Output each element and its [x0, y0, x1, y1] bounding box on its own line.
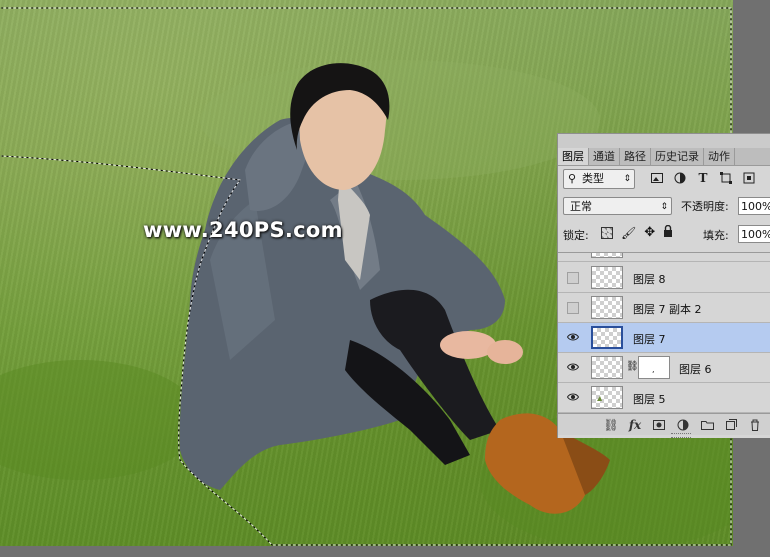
filter-icons: T [650, 169, 756, 187]
layer-thumbnail [591, 253, 623, 258]
filter-type-label: 类型 [582, 172, 604, 185]
layers-bottom-toolbar: ⛓ fx [558, 413, 770, 435]
mask-link-icon[interactable]: ⛓ [626, 361, 639, 372]
eye-icon[interactable] [567, 391, 579, 403]
layer-mask-thumbnail[interactable]: , [638, 356, 670, 379]
layers-list: 图层 8 图层 7 副本 2 图层 7 ⛓ , 图层 6 图层 5 [558, 252, 770, 413]
layer-thumbnail [591, 266, 623, 289]
add-mask-icon[interactable] [652, 418, 666, 432]
delete-layer-icon[interactable] [748, 418, 762, 432]
new-layer-icon[interactable] [724, 418, 738, 432]
opacity-label: 不透明度: [681, 200, 729, 213]
layer-row[interactable]: 图层 8 [558, 263, 770, 293]
tab-paths[interactable]: 路径 [620, 148, 651, 165]
tab-layers[interactable]: 图层 [558, 148, 589, 165]
fill-label: 填充: [703, 229, 729, 242]
layer-thumbnail [591, 296, 623, 319]
search-icon: ⚲ [568, 172, 577, 185]
new-group-icon[interactable] [700, 418, 714, 432]
eye-icon[interactable] [567, 331, 579, 343]
layer-row[interactable]: 图层 7 副本 2 [558, 293, 770, 323]
lock-position-icon[interactable]: ✥ [644, 225, 655, 240]
tab-history[interactable]: 历史记录 [651, 148, 704, 165]
adjustment-layer-icon[interactable] [676, 418, 690, 432]
layer-row-selected[interactable]: 图层 7 [558, 323, 770, 353]
chevron-updown-icon: ⇕ [623, 174, 631, 184]
tab-actions[interactable]: 动作 [704, 148, 735, 165]
layers-panel: 图层 通道 路径 历史记录 动作 ⚲ 类型 ⇕ T 正常 ⇕ 不透明度: 100… [557, 133, 770, 438]
lock-image-pixels-icon[interactable]: 🖌 [621, 226, 636, 240]
lock-label: 锁定: [563, 229, 589, 242]
layer-thumbnail [591, 386, 623, 409]
shape-filter-icon[interactable] [719, 171, 733, 185]
image-filter-icon[interactable] [650, 171, 664, 185]
fx-icon[interactable]: fx [628, 418, 642, 432]
visibility-toggle-off[interactable] [567, 272, 579, 284]
pasteboard-bottom [0, 546, 770, 557]
panel-resize-grip[interactable] [671, 433, 691, 438]
layer-row-partial[interactable] [558, 253, 770, 262]
fill-input[interactable]: 100% [738, 225, 770, 243]
adjustment-filter-icon[interactable] [673, 171, 687, 185]
eye-icon[interactable] [567, 361, 579, 373]
blend-mode-value: 正常 [570, 200, 592, 213]
watermark-text: www.240PS.com [143, 218, 343, 242]
layer-row[interactable]: ⛓ , 图层 6 [558, 353, 770, 383]
lock-all-icon[interactable] [663, 224, 673, 240]
chevron-updown-icon: ⇕ [660, 202, 668, 212]
type-filter-icon[interactable]: T [696, 171, 710, 185]
layer-thumbnail [591, 326, 623, 349]
layer-filter-dropdown[interactable]: ⚲ 类型 ⇕ [563, 169, 635, 189]
layer-name: 图层 8 [633, 273, 666, 286]
lock-transparent-pixels-icon[interactable] [601, 226, 613, 239]
visibility-toggle-off[interactable] [567, 302, 579, 314]
layer-name: 图层 6 [679, 363, 712, 376]
layer-name: 图层 7 [633, 333, 666, 346]
panel-tabs: 图层 通道 路径 历史记录 动作 [558, 148, 770, 166]
layer-name: 图层 5 [633, 393, 666, 406]
link-layers-icon[interactable]: ⛓ [603, 418, 618, 432]
layer-thumbnail [591, 356, 623, 379]
layer-content-preview [597, 396, 602, 401]
layer-row[interactable]: 图层 5 [558, 383, 770, 413]
lock-icons: 🖌 ✥ [601, 224, 673, 240]
tab-channels[interactable]: 通道 [589, 148, 620, 165]
opacity-input[interactable]: 100% [738, 197, 770, 215]
panel-title-bar[interactable] [558, 134, 770, 148]
blend-mode-dropdown[interactable]: 正常 ⇕ [563, 197, 672, 215]
layer-name: 图层 7 副本 2 [633, 303, 702, 316]
smart-object-filter-icon[interactable] [742, 171, 756, 185]
